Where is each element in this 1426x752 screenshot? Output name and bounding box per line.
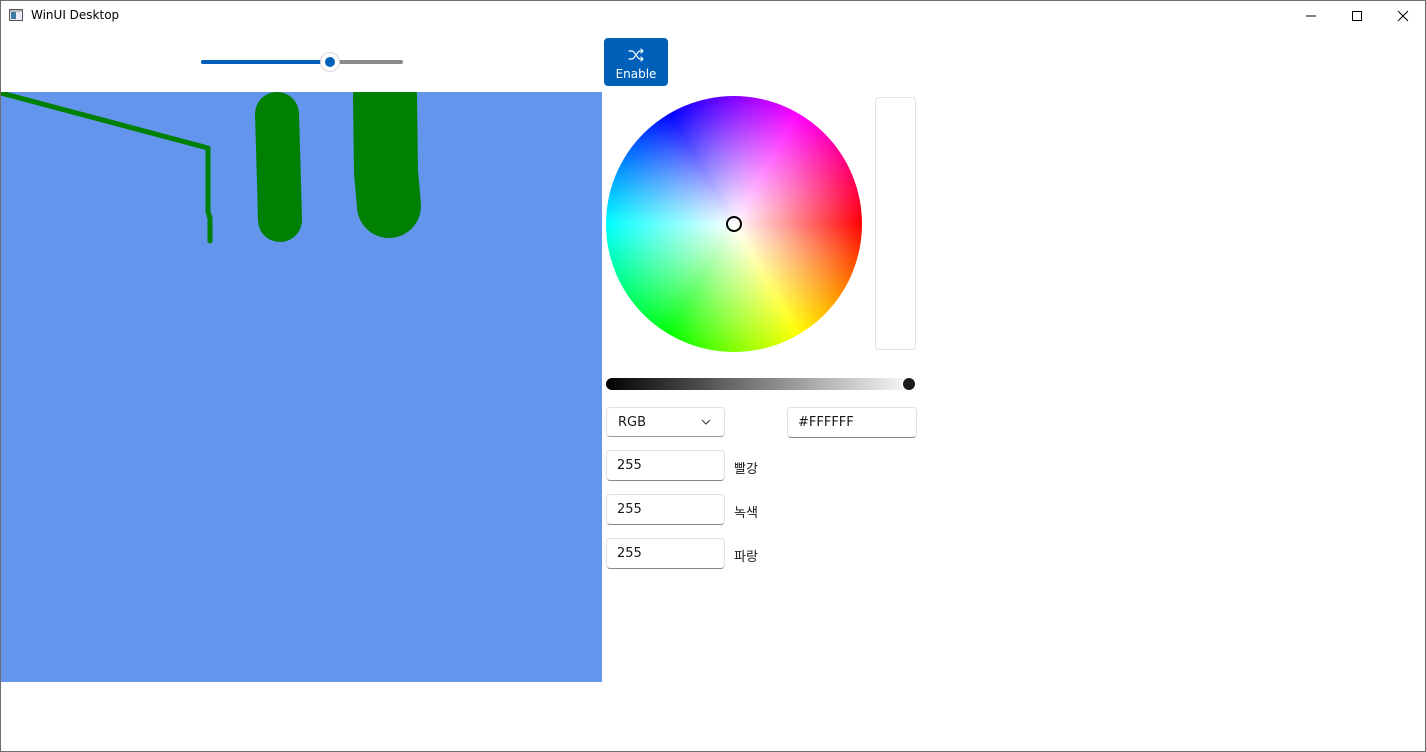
- slider-fill: [201, 60, 331, 64]
- title-bar: WinUI Desktop: [1, 1, 1425, 31]
- color-mode-combo[interactable]: RGB: [606, 407, 725, 437]
- enable-button-label: Enable: [615, 67, 657, 81]
- ink-strokes: [1, 92, 421, 244]
- shuffle-icon: [628, 48, 644, 62]
- red-channel-input[interactable]: 255: [606, 450, 725, 481]
- close-button[interactable]: [1380, 1, 1425, 31]
- minimize-icon: [1306, 15, 1316, 17]
- ink-canvas[interactable]: [1, 92, 602, 682]
- ink-stroke: [255, 92, 302, 242]
- minimize-button[interactable]: [1288, 1, 1334, 31]
- app-icon: [9, 9, 23, 21]
- hex-input-value: #FFFFFF: [798, 415, 854, 430]
- value-slider[interactable]: [606, 378, 916, 390]
- chevron-down-icon: [701, 419, 711, 425]
- color-preview: [875, 97, 916, 350]
- green-channel-input[interactable]: 255: [606, 494, 725, 525]
- green-channel-value: 255: [617, 502, 642, 517]
- blue-channel-input[interactable]: 255: [606, 538, 725, 569]
- blue-channel-value: 255: [617, 546, 642, 561]
- app-window: WinUI Desktop Enable RGB #FFFFFF 255 빨강 …: [0, 0, 1426, 752]
- enable-button[interactable]: Enable: [604, 38, 668, 86]
- red-channel-label: 빨강: [734, 462, 758, 477]
- slider-thumb[interactable]: [321, 53, 340, 71]
- maximize-icon: [1352, 11, 1362, 21]
- ink-stroke: [353, 92, 421, 238]
- green-channel-label: 녹색: [734, 506, 758, 521]
- hex-input[interactable]: #FFFFFF: [787, 407, 917, 438]
- value-slider-thumb[interactable]: [903, 378, 915, 390]
- close-icon: [1397, 10, 1409, 22]
- window-title: WinUI Desktop: [31, 8, 120, 22]
- color-mode-value: RGB: [618, 415, 647, 430]
- red-channel-value: 255: [617, 458, 642, 473]
- maximize-button[interactable]: [1334, 1, 1380, 31]
- stroke-size-slider[interactable]: [201, 53, 403, 71]
- spectrum-selection-marker[interactable]: [726, 216, 742, 232]
- blue-channel-label: 파랑: [734, 550, 758, 565]
- ink-stroke: [1, 92, 213, 244]
